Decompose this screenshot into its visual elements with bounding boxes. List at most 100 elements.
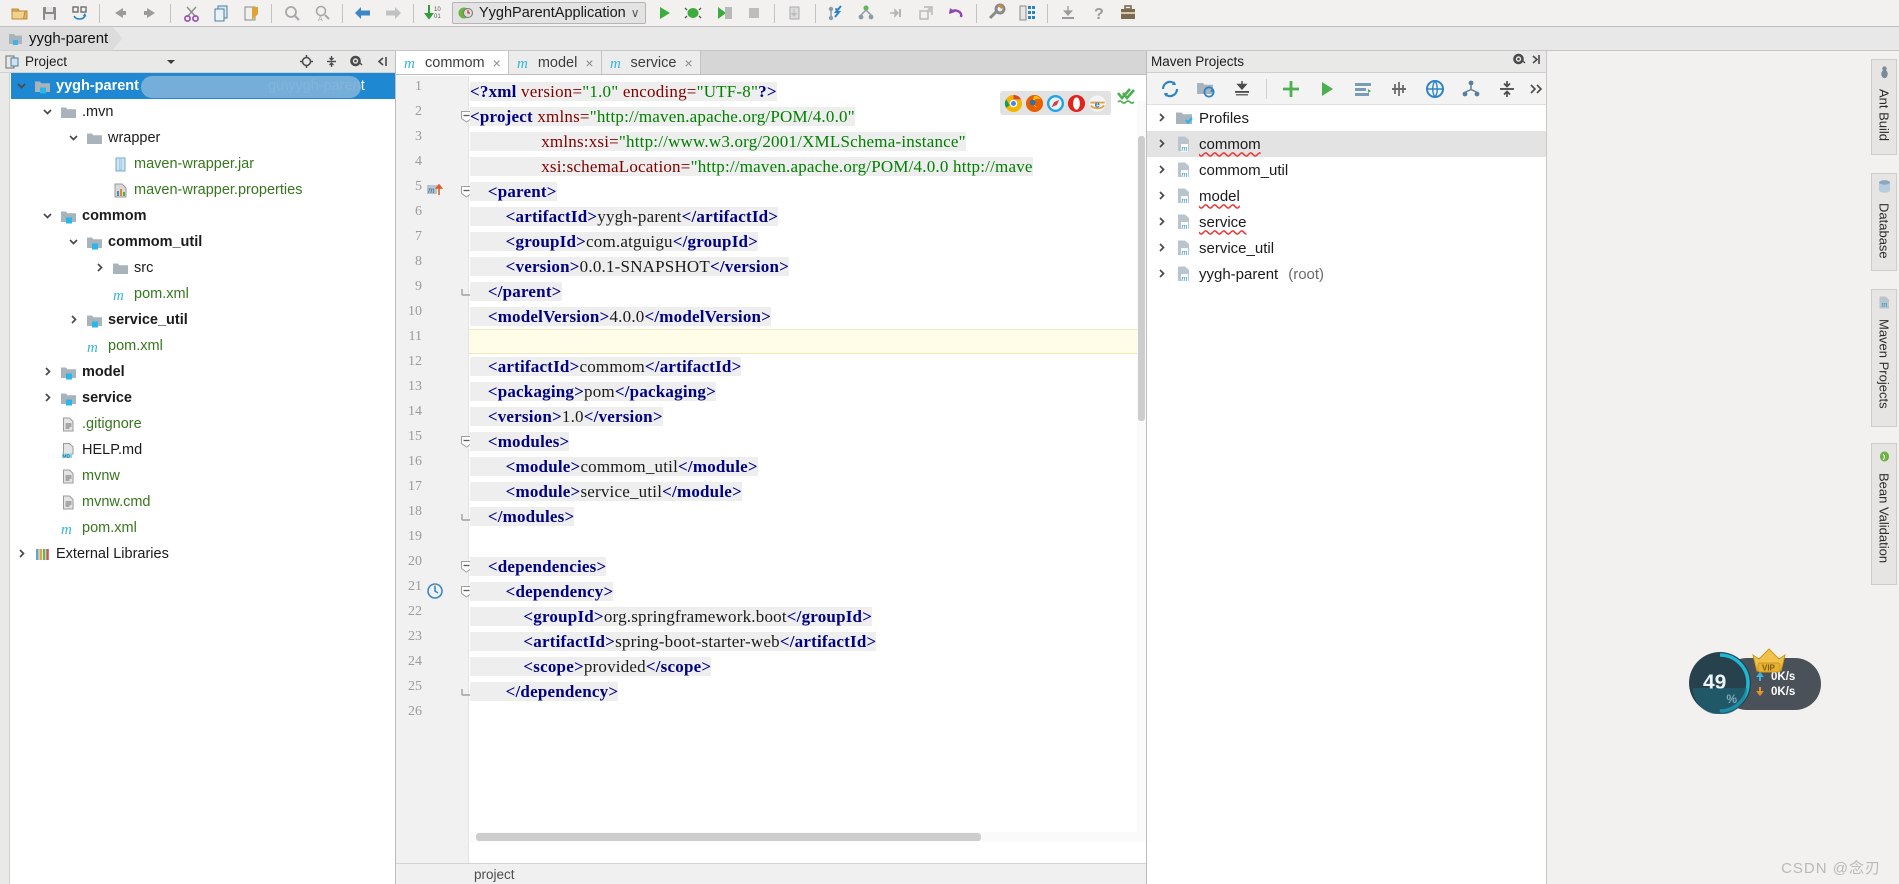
network-speed-widget[interactable]: 0K/s 0K/s 49 % VIP — [1689, 648, 1821, 714]
tree-item-maven-wrapper-jar[interactable]: maven-wrapper.jar — [11, 151, 395, 177]
chevron-right-icon[interactable] — [1155, 163, 1169, 177]
code-line[interactable]: <groupId>org.springframework.boot</group… — [470, 604, 873, 629]
tree-item-gitignore[interactable]: .gitignore — [11, 411, 395, 437]
chevron-right-icon[interactable] — [1155, 241, 1169, 255]
tree-item-mvnw[interactable]: mvnw — [11, 463, 395, 489]
collapse-all-icon[interactable] — [1490, 75, 1524, 103]
tree-item-commom[interactable]: commom — [11, 203, 395, 229]
tree-item-wrapper[interactable]: wrapper — [11, 125, 395, 151]
chevron-down-icon[interactable] — [161, 52, 181, 72]
cut-icon[interactable] — [176, 1, 206, 26]
open-folder-icon[interactable] — [4, 1, 34, 26]
cpu-usage-ring[interactable]: 49 % — [1689, 652, 1751, 714]
hscrollbar-thumb[interactable] — [476, 833, 981, 841]
code-line[interactable]: <artifactId>spring-boot-starter-web</art… — [470, 629, 877, 654]
briefcase-icon[interactable] — [1113, 1, 1143, 26]
redo-icon[interactable] — [135, 1, 165, 26]
tool-window-tab-bean-validation[interactable]: Bean Validation — [1871, 443, 1897, 585]
chevron-down-icon[interactable] — [67, 235, 81, 249]
hide-panel-icon[interactable] — [1527, 52, 1542, 72]
chevron-right-icon[interactable] — [1155, 189, 1169, 203]
vcs-update-icon[interactable] — [821, 1, 851, 26]
stop-icon[interactable] — [739, 1, 769, 26]
tree-item-src[interactable]: src — [11, 255, 395, 281]
chrome-icon[interactable] — [1004, 94, 1023, 113]
code-line[interactable]: <project xmlns="http://maven.apache.org/… — [470, 104, 855, 129]
code-content[interactable]: <?xml version="1.0" encoding="UTF-8"?> <p… — [470, 76, 1146, 863]
code-line[interactable]: <modules> — [470, 429, 570, 454]
back-icon[interactable] — [348, 1, 378, 26]
run-configuration-selector[interactable]: YyghParentApplication ∨ — [452, 2, 646, 24]
maven-reimport-icon[interactable]: m — [426, 182, 444, 200]
debug-icon[interactable] — [679, 1, 709, 26]
code-line[interactable]: <module>service_util</module> — [470, 479, 742, 504]
reimport-icon[interactable] — [1153, 75, 1187, 103]
vcs-push-icon[interactable] — [881, 1, 911, 26]
close-icon[interactable]: × — [684, 55, 692, 71]
code-line[interactable]: <modelVersion>4.0.0</modelVersion> — [470, 304, 772, 329]
chevron-right-icon[interactable] — [41, 391, 55, 405]
run-icon[interactable] — [649, 1, 679, 26]
browser-preview-popup[interactable]: e — [1000, 91, 1111, 115]
chevron-right-icon[interactable] — [1155, 215, 1169, 229]
update-app-icon[interactable] — [780, 1, 810, 26]
code-line[interactable]: <module>commom_util</module> — [470, 454, 758, 479]
save-all-icon[interactable] — [34, 1, 64, 26]
scrollbar-thumb[interactable] — [1138, 136, 1145, 421]
chevron-right-icon[interactable] — [1155, 267, 1169, 281]
code-line[interactable]: <version>1.0</version> — [470, 404, 663, 429]
replace-icon[interactable]: A — [307, 1, 337, 26]
code-line[interactable]: <artifactId>commom</artifactId> — [470, 354, 742, 379]
maven-tree-item-service[interactable]: m service — [1147, 209, 1546, 235]
code-line[interactable]: <version>0.0.1-SNAPSHOT</version> — [470, 254, 789, 279]
code-line[interactable]: </modules> — [470, 504, 575, 529]
chevron-right-icon[interactable] — [41, 365, 55, 379]
firefox-icon[interactable] — [1025, 94, 1044, 113]
code-line[interactable]: <packaging>pom</packaging> — [470, 379, 716, 404]
tree-item-service[interactable]: service — [11, 385, 395, 411]
hide-panel-icon[interactable] — [371, 52, 391, 72]
safari-icon[interactable] — [1046, 94, 1065, 113]
opera-icon[interactable] — [1067, 94, 1086, 113]
download-icon[interactable] — [1053, 1, 1083, 26]
editor-vertical-scrollbar[interactable] — [1137, 101, 1146, 842]
chevron-right-icon[interactable] — [15, 547, 29, 561]
execute-goal-icon[interactable] — [1346, 75, 1380, 103]
maven-tree-item-commom-util[interactable]: m commom_util — [1147, 157, 1546, 183]
tree-item-pom-xml[interactable]: m pom.xml — [11, 515, 395, 541]
maven-tree-item-service-util[interactable]: m service_util — [1147, 235, 1546, 261]
toggle-skip-tests-icon[interactable] — [1382, 75, 1416, 103]
breadcrumb[interactable]: yygh-parent — [0, 27, 122, 51]
close-icon[interactable]: × — [585, 55, 593, 71]
maven-project-tree[interactable]: Profiles m commom m commom_util m model m servic… — [1147, 105, 1546, 884]
code-line[interactable]: <dependencies> — [470, 554, 607, 579]
help-icon[interactable]: ? — [1083, 1, 1113, 26]
code-line[interactable]: <artifactId>yygh-parent</artifactId> — [470, 204, 779, 229]
tree-item-pom-xml[interactable]: m pom.xml — [11, 333, 395, 359]
editor-tab-service[interactable]: m service × — [601, 51, 701, 74]
chevron-right-icon[interactable] — [67, 313, 81, 327]
editor-tab-commom[interactable]: m commom × — [396, 51, 509, 74]
show-dependencies-icon[interactable] — [1454, 75, 1488, 103]
gear-icon[interactable] — [346, 52, 366, 72]
forward-icon[interactable] — [378, 1, 408, 26]
code-line[interactable]: <groupId>com.atguigu</groupId> — [470, 229, 759, 254]
undo-icon[interactable] — [105, 1, 135, 26]
tool-window-tab-maven-projects[interactable]: m Maven Projects — [1871, 289, 1897, 427]
code-line[interactable]: <scope>provided</scope> — [470, 654, 712, 679]
settings-icon[interactable] — [982, 1, 1012, 26]
code-line[interactable]: <?xml version="1.0" encoding="UTF-8"?> — [470, 79, 777, 104]
download-sources-icon[interactable] — [1225, 75, 1259, 103]
generate-sources-icon[interactable] — [1189, 75, 1223, 103]
editor-tab-model[interactable]: m model × — [508, 51, 602, 74]
chevron-right-icon[interactable] — [93, 261, 107, 275]
chevron-right-icon[interactable] — [1155, 137, 1169, 151]
code-line[interactable]: xsi:schemaLocation="http://maven.apache.… — [470, 154, 1033, 179]
tree-item-commom-util[interactable]: commom_util — [11, 229, 395, 255]
maven-tree-item-yygh-parent[interactable]: m yygh-parent (root) — [1147, 261, 1546, 287]
tree-item-mvnw-cmd[interactable]: mvnw.cmd — [11, 489, 395, 515]
maven-tree-item-profiles[interactable]: Profiles — [1147, 105, 1546, 131]
expand-more-icon[interactable] — [1526, 75, 1546, 103]
chevron-down-icon[interactable]: ∨ — [631, 6, 640, 20]
tool-window-tab-ant-build[interactable]: Ant Build — [1871, 59, 1897, 155]
